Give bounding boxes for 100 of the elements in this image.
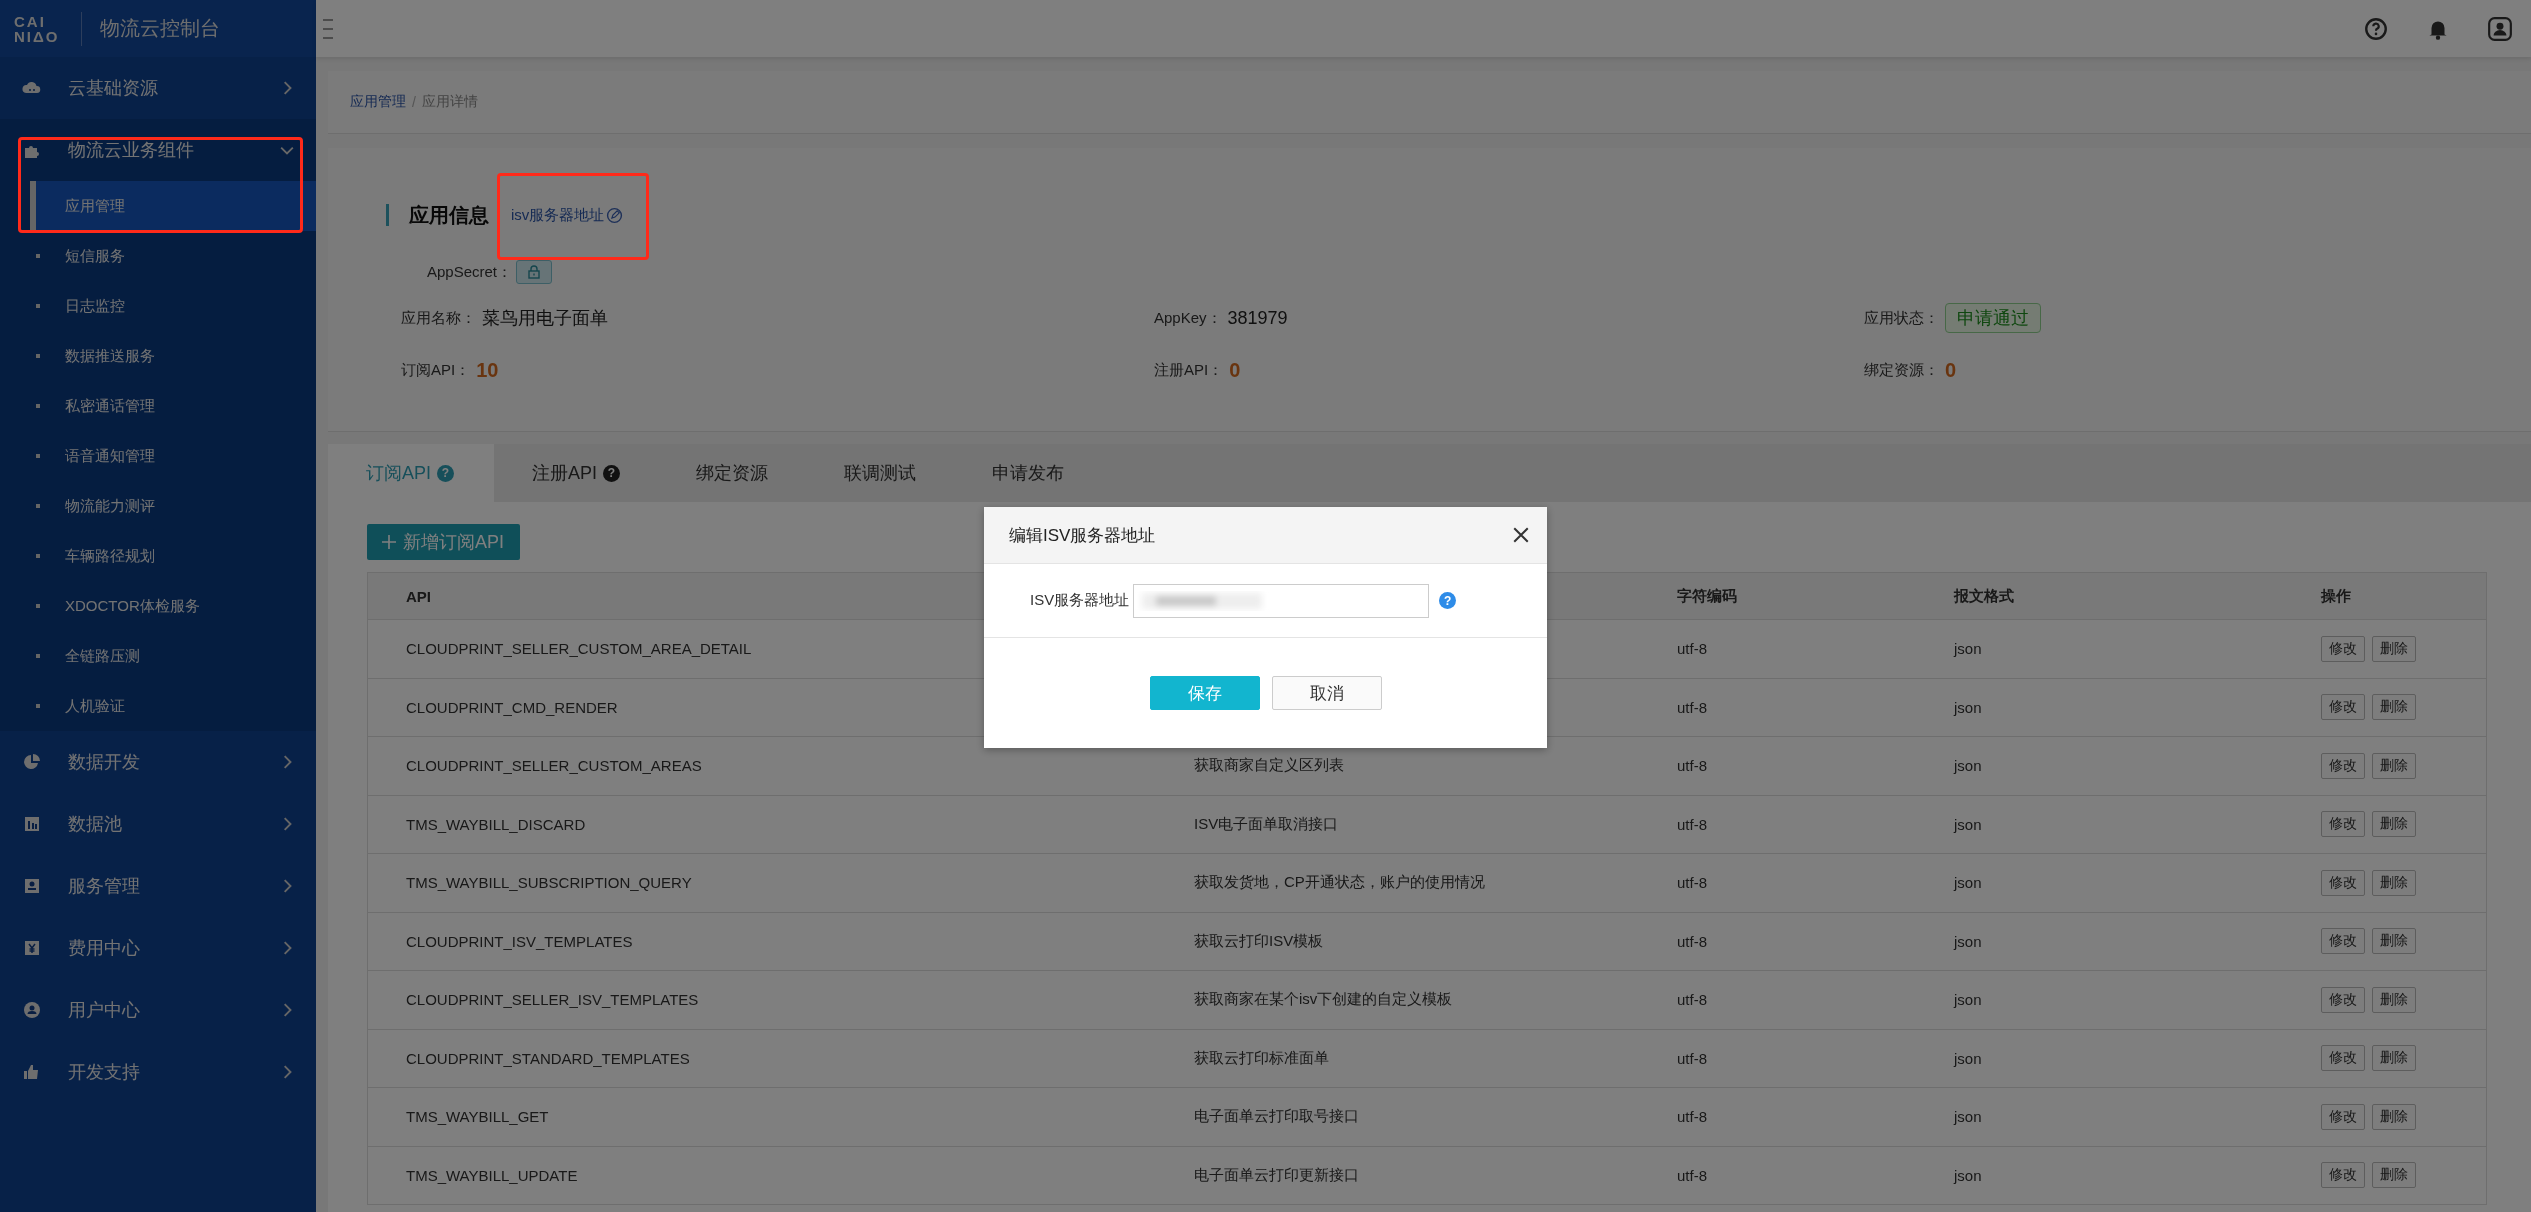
row-action-button[interactable]: 删除 bbox=[2372, 752, 2416, 779]
row-action-button[interactable]: 删除 bbox=[2372, 869, 2416, 896]
logo: CAI NIΔO bbox=[14, 13, 60, 44]
row-action-button[interactable]: 修改 bbox=[2321, 1103, 2365, 1130]
breadcrumb-separator: / bbox=[412, 94, 416, 110]
menu-group[interactable]: 数据开发 bbox=[0, 731, 316, 793]
breadcrumb-link[interactable]: 应用管理 bbox=[350, 93, 406, 111]
section-title: 应用信息 bbox=[409, 202, 489, 228]
close-icon[interactable] bbox=[1512, 526, 1530, 544]
row-action-button[interactable]: 修改 bbox=[2321, 928, 2365, 955]
save-button[interactable]: 保存 bbox=[1149, 676, 1260, 710]
user-icon bbox=[22, 1000, 42, 1020]
table-cell: ISV电子面单取消接口 bbox=[1194, 814, 1339, 832]
row-action-button[interactable]: 修改 bbox=[2321, 1045, 2365, 1072]
column-header: 操作 bbox=[2321, 586, 2351, 606]
field-label: 订阅API： bbox=[401, 360, 471, 380]
field-value: 菜鸟用电子面单 bbox=[482, 307, 608, 330]
table-cell: utf-8 bbox=[1677, 991, 1707, 1009]
field-label: 绑定资源： bbox=[1864, 360, 1939, 380]
count-value: 0 bbox=[1229, 358, 1241, 382]
table-cell: CLOUDPRINT_STANDARD_TEMPLATES bbox=[406, 1049, 690, 1067]
table-cell: json bbox=[1954, 1108, 1982, 1126]
row-action-button[interactable]: 修改 bbox=[2321, 635, 2365, 662]
table-cell: utf-8 bbox=[1677, 757, 1707, 775]
row-action-button[interactable]: 修改 bbox=[2321, 811, 2365, 838]
cancel-button[interactable]: 取消 bbox=[1271, 676, 1382, 710]
table-cell: TMS_WAYBILL_DISCARD bbox=[406, 815, 586, 833]
table-cell: utf-8 bbox=[1677, 640, 1707, 658]
row-action-button[interactable]: 删除 bbox=[2372, 694, 2416, 721]
tab[interactable]: 联调测试 bbox=[806, 444, 955, 502]
user-icon[interactable] bbox=[2487, 15, 2513, 42]
table-cell: utf-8 bbox=[1677, 1108, 1707, 1126]
table-cell: json bbox=[1954, 640, 1982, 658]
row-action-button[interactable]: 修改 bbox=[2321, 1162, 2365, 1189]
help-icon[interactable] bbox=[2363, 15, 2389, 42]
field-label: AppKey： bbox=[1154, 308, 1222, 328]
table-cell: json bbox=[1954, 874, 1982, 892]
submenu-item[interactable]: 车辆路径规划 bbox=[30, 531, 316, 581]
tab[interactable]: 申请发布 bbox=[954, 444, 1103, 502]
tab[interactable]: 注册API ? bbox=[494, 444, 659, 502]
table-cell: utf-8 bbox=[1677, 1049, 1707, 1067]
submenu-item[interactable]: 人机验证 bbox=[30, 681, 316, 731]
count-value: 10 bbox=[476, 358, 499, 382]
edit-icon[interactable] bbox=[606, 206, 624, 224]
menu-group[interactable]: 开发支持 bbox=[0, 1041, 316, 1103]
table-cell: utf-8 bbox=[1677, 932, 1707, 950]
table-cell: utf-8 bbox=[1677, 874, 1707, 892]
menu-group[interactable]: 费用中心 bbox=[0, 917, 316, 979]
table-cell: TMS_WAYBILL_GET bbox=[406, 1108, 549, 1126]
submenu-item[interactable]: 物流能力测评 bbox=[30, 481, 316, 531]
server-address-link[interactable]: isv服务器地址 bbox=[511, 205, 605, 225]
submenu-item[interactable]: 私密通话管理 bbox=[30, 381, 316, 431]
menu-group[interactable]: 服务管理 bbox=[0, 855, 316, 917]
field-label: 应用名称： bbox=[401, 308, 476, 328]
row-action-button[interactable]: 删除 bbox=[2372, 1103, 2416, 1130]
submenu-item[interactable]: 语音通知管理 bbox=[30, 431, 316, 481]
submenu-item[interactable]: 应用管理 bbox=[30, 181, 316, 231]
table-cell: json bbox=[1954, 815, 1982, 833]
row-action-button[interactable]: 删除 bbox=[2372, 1162, 2416, 1189]
table-cell: 电子面单云打印更新接口 bbox=[1194, 1165, 1359, 1183]
column-header: 字符编码 bbox=[1677, 586, 1737, 604]
field-label: 注册API： bbox=[1154, 360, 1224, 380]
submenu-item[interactable]: 短信服务 bbox=[30, 231, 316, 281]
table-cell: 获取云打印标准面单 bbox=[1194, 1048, 1329, 1066]
submenu-item[interactable]: 全链路压测 bbox=[30, 631, 316, 681]
row-action-button[interactable]: 修改 bbox=[2321, 694, 2365, 721]
help-icon[interactable]: ? bbox=[1439, 592, 1457, 609]
tab[interactable]: 绑定资源 bbox=[658, 444, 807, 502]
help-icon[interactable]: ? bbox=[603, 464, 621, 482]
menu-group[interactable]: 用户中心 bbox=[0, 979, 316, 1041]
row-action-button[interactable]: 修改 bbox=[2321, 869, 2365, 896]
row-action-button[interactable]: 修改 bbox=[2321, 752, 2365, 779]
submenu-item[interactable]: 日志监控 bbox=[30, 281, 316, 331]
help-icon[interactable]: ? bbox=[437, 464, 454, 482]
row-action-button[interactable]: 修改 bbox=[2321, 986, 2365, 1013]
submenu-item[interactable]: XDOCTOR体检服务 bbox=[30, 581, 316, 631]
status-tag: 申请通过 bbox=[1945, 303, 2041, 333]
row-action-button[interactable]: 删除 bbox=[2372, 811, 2416, 838]
input-field[interactable] bbox=[1133, 583, 1430, 618]
field-label: AppSecret： bbox=[427, 262, 513, 282]
table-cell: CLOUDPRINT_CMD_RENDER bbox=[406, 698, 618, 716]
table-cell: 电子面单云打印取号接口 bbox=[1194, 1107, 1359, 1125]
row-action-button[interactable]: 删除 bbox=[2372, 1045, 2416, 1072]
row-action-button[interactable]: 删除 bbox=[2372, 635, 2416, 662]
submenu-item[interactable]: 数据推送服务 bbox=[30, 331, 316, 381]
row-action-button[interactable]: 删除 bbox=[2372, 928, 2416, 955]
row-action-button[interactable]: 删除 bbox=[2372, 986, 2416, 1013]
table-cell: 获取商家在某个isv下创建的自定义模板 bbox=[1194, 990, 1453, 1008]
table-cell: 获取商家自定义区列表 bbox=[1194, 756, 1344, 774]
table-cell: json bbox=[1954, 932, 1982, 950]
menu-group[interactable]: 云基础资源 bbox=[0, 57, 316, 119]
table-cell: CLOUDPRINT_SELLER_CUSTOM_AREA_DETAIL bbox=[406, 640, 752, 658]
console-title: 物流云控制台 bbox=[100, 16, 221, 41]
tab[interactable]: 订阅API ? bbox=[328, 444, 494, 502]
column-header: API bbox=[406, 587, 431, 605]
menu-group[interactable]: 物流云业务组件 bbox=[0, 119, 316, 181]
bar-chart-icon bbox=[22, 814, 42, 834]
menu-group[interactable]: 数据池 bbox=[0, 793, 316, 855]
add-api-button[interactable]: 新增订阅API bbox=[367, 524, 520, 560]
field-value: 381979 bbox=[1227, 307, 1288, 329]
